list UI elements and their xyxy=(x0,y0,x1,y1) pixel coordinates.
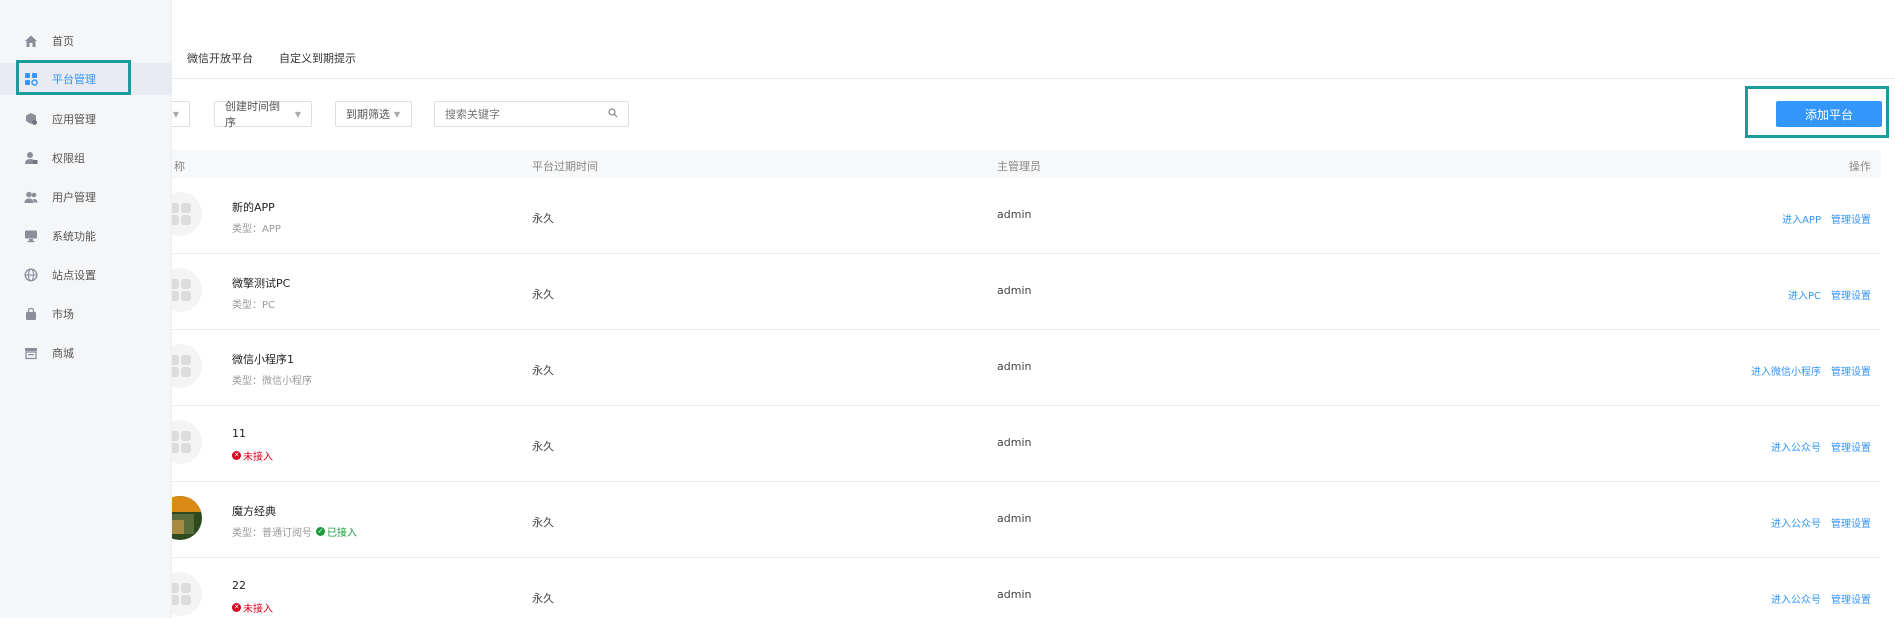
sort-dropdown[interactable]: 创建时间倒序 ▼ xyxy=(214,100,312,129)
admin-name: admin xyxy=(997,360,1032,373)
manage-settings-link[interactable]: 管理设置 xyxy=(1831,439,1871,454)
tabs-divider xyxy=(0,78,1895,79)
sidebar-item-label: 首页 xyxy=(52,35,74,48)
column-header-ops: 操作 xyxy=(1849,160,1871,173)
enter-platform-link[interactable]: 进入公众号 xyxy=(1771,439,1821,454)
platform-type: 类型：APP xyxy=(232,224,281,235)
expire-time: 永久 xyxy=(532,212,554,225)
sidebar-item-label: 站点设置 xyxy=(52,269,96,282)
expire-time: 永久 xyxy=(532,592,554,605)
sidebar-item-label: 权限组 xyxy=(52,152,85,165)
admin-name: admin xyxy=(997,512,1032,525)
sidebar-item-label: 市场 xyxy=(52,308,74,321)
table-row: 22 ✕ 未接入 永久 admin 进入公众号 管理设置 xyxy=(0,558,1881,618)
table-row: 微擎测试PC 类型：PC 永久 admin 进入PC 管理设置 xyxy=(0,254,1881,330)
column-header-name: 称 xyxy=(174,160,185,173)
manage-settings-link[interactable]: 管理设置 xyxy=(1831,287,1871,302)
platform-type: 类型：微信小程序 xyxy=(232,376,312,387)
sidebar-highlight-frame xyxy=(16,60,131,95)
platform-type: 类型：普通订阅号 xyxy=(232,528,312,539)
status-badge: ✕ 未接入 xyxy=(232,448,273,463)
search-icon[interactable] xyxy=(608,107,618,121)
column-header-expire: 平台过期时间 xyxy=(532,160,598,173)
manage-settings-link[interactable]: 管理设置 xyxy=(1831,591,1871,606)
sidebar-item-store[interactable]: 商城 xyxy=(0,337,172,369)
platform-type: 类型：PC xyxy=(232,300,276,311)
tab-wechat-open-platform[interactable]: 微信开放平台 xyxy=(187,50,253,66)
expire-time: 永久 xyxy=(532,364,554,377)
add-platform-button[interactable]: 添加平台 xyxy=(1776,101,1882,127)
enter-platform-link[interactable]: 进入PC xyxy=(1788,287,1821,302)
tab-custom-expire-notice[interactable]: 自定义到期提示 xyxy=(279,50,356,66)
sidebar-item-site-settings[interactable]: 站点设置 xyxy=(0,259,172,291)
sidebar-item-label: 用户管理 xyxy=(52,191,96,204)
sidebar-item-app-management[interactable]: 应用管理 xyxy=(0,103,172,135)
bag-icon xyxy=(24,307,38,321)
platform-name: 魔方经典 xyxy=(232,505,276,518)
table-header: 称 平台过期时间 主管理员 操作 xyxy=(0,150,1881,178)
platform-name: 22 xyxy=(232,579,246,592)
chevron-down-icon: ▼ xyxy=(172,109,179,119)
platform-name: 微擎测试PC xyxy=(232,277,291,290)
platform-name: 微信小程序1 xyxy=(232,353,294,366)
sidebar-item-system-functions[interactable]: 系统功能 xyxy=(0,220,172,252)
search-input[interactable] xyxy=(445,107,605,121)
error-icon: ✕ xyxy=(232,603,241,612)
table-row: 新的APP 类型：APP 永久 admin 进入APP 管理设置 xyxy=(0,178,1881,254)
manage-settings-link[interactable]: 管理设置 xyxy=(1831,363,1871,378)
admin-name: admin xyxy=(997,588,1032,601)
globe-icon xyxy=(24,268,38,282)
enter-platform-link[interactable]: 进入微信小程序 xyxy=(1751,363,1821,378)
enter-platform-link[interactable]: 进入APP xyxy=(1782,211,1821,226)
admin-name: admin xyxy=(997,436,1032,449)
table-row: 微信小程序1 类型：微信小程序 永久 admin 进入微信小程序 管理设置 xyxy=(0,330,1881,406)
home-icon xyxy=(24,34,38,48)
enter-platform-link[interactable]: 进入公众号 xyxy=(1771,515,1821,530)
sidebar-item-market[interactable]: 市场 xyxy=(0,298,172,330)
chevron-down-icon: ▼ xyxy=(294,109,301,119)
status-badge: ✕ 未接入 xyxy=(232,600,273,615)
cubes-icon xyxy=(24,112,38,126)
search-box xyxy=(434,101,629,127)
column-header-admin: 主管理员 xyxy=(997,160,1041,173)
status-text: 未接入 xyxy=(243,604,273,615)
expire-time: 永久 xyxy=(532,288,554,301)
status-badge: ✓ 已接入 xyxy=(316,524,357,539)
status-text: 已接入 xyxy=(327,528,357,539)
platform-name: 11 xyxy=(232,427,246,440)
status-text: 未接入 xyxy=(243,452,273,463)
table-row: 魔方经典 类型：普通订阅号 ✓ 已接入 永久 admin 进入公众号 管理设置 xyxy=(0,482,1881,558)
manage-settings-link[interactable]: 管理设置 xyxy=(1831,515,1871,530)
expire-time: 永久 xyxy=(532,440,554,453)
sidebar-item-home[interactable]: 首页 xyxy=(0,25,172,57)
sidebar-item-permission-group[interactable]: 权限组 xyxy=(0,142,172,174)
main-content: 站 微信开放平台 自定义到期提示 ▼ 创建时间倒序 ▼ 到期筛选 ▼ 添加平台 … xyxy=(0,0,1895,618)
store-icon xyxy=(24,346,38,360)
sidebar-item-user-management[interactable]: 用户管理 xyxy=(0,181,172,213)
sidebar-item-label: 应用管理 xyxy=(52,113,96,126)
platform-tabs: 站 微信开放平台 自定义到期提示 xyxy=(150,50,356,66)
sidebar: 首页 平台管理 应用管理 权限组 用户管理 系统功能 站点设置 市场 商城 xyxy=(0,0,172,618)
admin-name: admin xyxy=(997,208,1032,221)
sidebar-item-label: 系统功能 xyxy=(52,230,96,243)
chevron-down-icon: ▼ xyxy=(394,109,401,119)
admin-name: admin xyxy=(997,284,1032,297)
platform-name: 新的APP xyxy=(232,201,275,214)
expire-filter-label: 到期筛选 xyxy=(346,108,390,121)
enter-platform-link[interactable]: 进入公众号 xyxy=(1771,591,1821,606)
sort-dropdown-label: 创建时间倒序 xyxy=(225,100,280,129)
sidebar-item-label: 商城 xyxy=(52,347,74,360)
expire-filter-dropdown[interactable]: 到期筛选 ▼ xyxy=(335,101,412,127)
table-row: 11 ✕ 未接入 永久 admin 进入公众号 管理设置 xyxy=(0,406,1881,482)
manage-settings-link[interactable]: 管理设置 xyxy=(1831,211,1871,226)
users-icon xyxy=(24,190,38,204)
user-lock-icon xyxy=(24,151,38,165)
error-icon: ✕ xyxy=(232,451,241,460)
check-icon: ✓ xyxy=(316,527,325,536)
expire-time: 永久 xyxy=(532,516,554,529)
monitor-icon xyxy=(24,229,38,243)
